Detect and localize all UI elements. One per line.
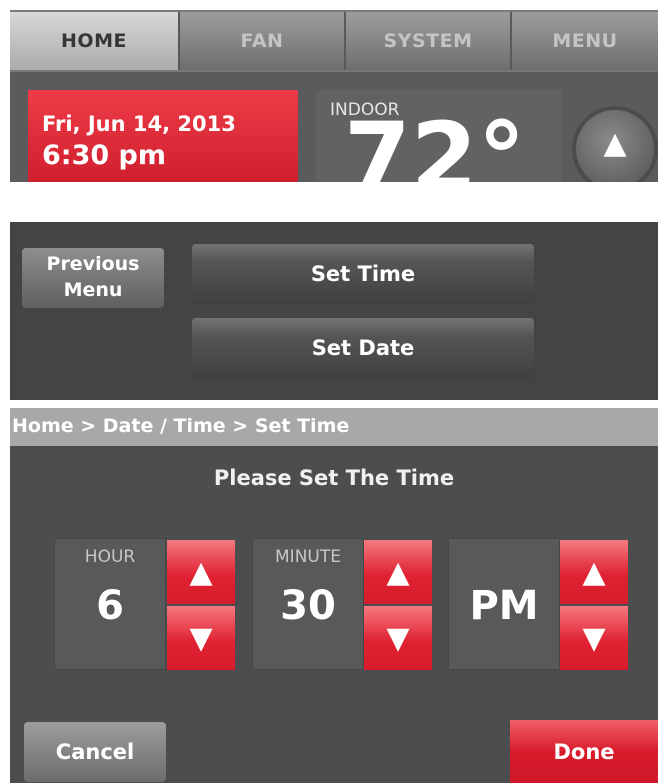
- triangle-up-icon: ▲: [386, 554, 410, 590]
- ampm-down-button[interactable]: ▼: [560, 606, 628, 670]
- tab-menu[interactable]: MENU: [512, 12, 658, 70]
- minute-label: MINUTE: [275, 547, 341, 567]
- tab-fan[interactable]: FAN: [180, 12, 346, 70]
- tab-home[interactable]: HOME: [10, 12, 180, 70]
- hour-value: 6: [96, 583, 124, 629]
- triangle-down-icon: ▼: [386, 620, 410, 656]
- breadcrumb: Home > Date / Time > Set Time: [10, 408, 658, 446]
- minute-down-button[interactable]: ▼: [364, 606, 432, 670]
- date-time-menu: Previous Menu Set Time Set Date: [10, 222, 658, 400]
- hour-label: HOUR: [84, 547, 136, 567]
- temperature-up-button[interactable]: ▲: [576, 110, 654, 182]
- minute-up-button[interactable]: ▲: [364, 540, 432, 604]
- home-screen: HOME FAN SYSTEM MENU Fri, Jun 14, 2013 6…: [10, 10, 658, 182]
- cancel-button[interactable]: Cancel: [24, 722, 166, 782]
- hour-up-button[interactable]: ▲: [167, 540, 235, 604]
- ampm-display: PM: [448, 538, 560, 670]
- time-text: 6:30 pm: [42, 140, 167, 171]
- date-time-display[interactable]: Fri, Jun 14, 2013 6:30 pm: [28, 90, 298, 182]
- previous-menu-label-line2: Menu: [63, 279, 123, 301]
- ampm-up-button[interactable]: ▲: [560, 540, 628, 604]
- triangle-up-icon: ▲: [582, 554, 606, 590]
- triangle-up-icon: ▲: [189, 554, 213, 590]
- tab-system[interactable]: SYSTEM: [346, 12, 512, 70]
- tab-bar: HOME FAN SYSTEM MENU: [10, 10, 658, 72]
- previous-menu-label-line1: Previous: [46, 253, 140, 275]
- minute-value: 30: [280, 583, 336, 629]
- indoor-temperature: INDOOR 72°: [316, 90, 561, 182]
- triangle-down-icon: ▼: [582, 620, 606, 656]
- hour-down-button[interactable]: ▼: [167, 606, 235, 670]
- set-date-button[interactable]: Set Date: [192, 318, 534, 378]
- minute-display: MINUTE 30: [252, 538, 364, 670]
- set-time-button[interactable]: Set Time: [192, 244, 534, 304]
- triangle-down-icon: ▼: [189, 620, 213, 656]
- previous-menu-button[interactable]: Previous Menu: [22, 248, 164, 308]
- set-time-screen: Home > Date / Time > Set Time Please Set…: [10, 408, 658, 783]
- done-button[interactable]: Done: [510, 720, 658, 783]
- hour-display: HOUR 6: [54, 538, 166, 670]
- indoor-value: 72°: [344, 102, 526, 182]
- triangle-up-icon: ▲: [603, 126, 627, 161]
- ampm-value: PM: [469, 583, 539, 629]
- date-text: Fri, Jun 14, 2013: [42, 112, 236, 136]
- page-title: Please Set The Time: [213, 466, 455, 490]
